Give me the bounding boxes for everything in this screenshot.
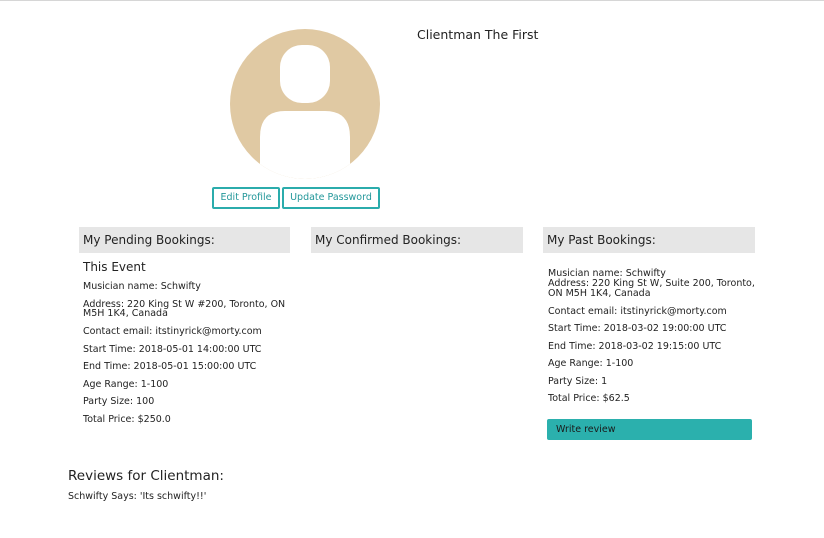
review-item: Schwifty Says: 'Its schwifty!!' <box>68 491 207 502</box>
pending-end-time: End Time: 2018-05-01 15:00:00 UTC <box>83 361 257 372</box>
pending-address-line-2: M5H 1K4, Canada <box>83 308 168 319</box>
past-party-size: Party Size: 1 <box>548 376 608 387</box>
pending-party-size: Party Size: 100 <box>83 396 155 407</box>
pending-bookings-heading: My Pending Bookings: <box>79 227 290 253</box>
past-age-range: Age Range: 1-100 <box>548 358 634 369</box>
past-total-price: Total Price: $62.5 <box>548 393 630 404</box>
user-silhouette-icon <box>260 45 350 179</box>
profile-name: Clientman The First <box>417 27 539 42</box>
past-email: Contact email: itstinyrick@morty.com <box>548 306 727 317</box>
past-address-line-2: ON M5H 1K4, Canada <box>548 288 651 299</box>
update-password-button[interactable]: Update Password <box>282 187 380 209</box>
avatar <box>230 29 380 179</box>
pending-age-range: Age Range: 1-100 <box>83 379 169 390</box>
pending-email: Contact email: itstinyrick@morty.com <box>83 326 262 337</box>
pending-event-title: This Event <box>83 260 146 274</box>
pending-start-time: Start Time: 2018-05-01 14:00:00 UTC <box>83 344 262 355</box>
pending-total-price: Total Price: $250.0 <box>83 414 171 425</box>
past-end-time: End Time: 2018-03-02 19:15:00 UTC <box>548 341 722 352</box>
edit-profile-button[interactable]: Edit Profile <box>212 187 280 209</box>
past-bookings-heading: My Past Bookings: <box>543 227 755 253</box>
write-review-button[interactable]: Write review <box>547 419 752 440</box>
confirmed-bookings-heading: My Confirmed Bookings: <box>311 227 523 253</box>
pending-musician: Musician name: Schwifty <box>83 281 201 292</box>
reviews-title: Reviews for Clientman: <box>68 468 224 484</box>
past-start-time: Start Time: 2018-03-02 19:00:00 UTC <box>548 323 727 334</box>
